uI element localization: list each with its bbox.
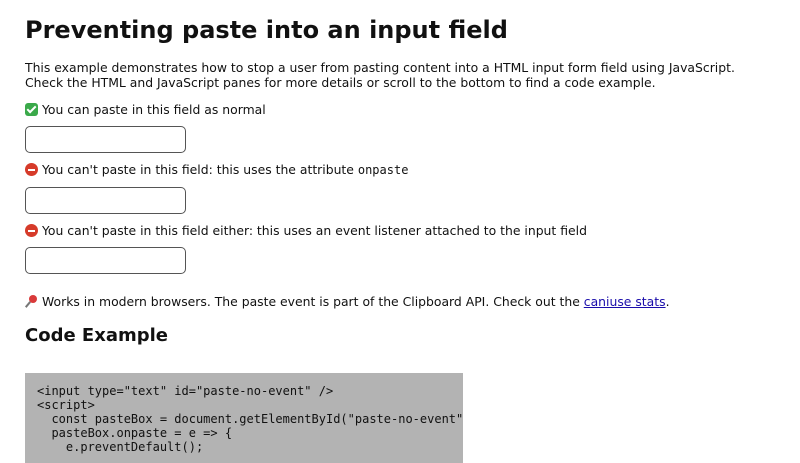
page-title: Preventing paste into an input field [25,16,508,44]
onpaste-code: onpaste [357,163,409,177]
intro-paragraph: This example demonstrates how to stop a … [25,60,735,90]
pushpin-icon [25,295,38,308]
code-example-heading: Code Example [25,325,169,346]
check-mark-icon [25,103,38,116]
paste-blocked-listener-input[interactable] [25,247,186,274]
browser-support-note: Works in modern browsers. The paste even… [25,294,670,310]
field-2-label-text: You can't paste in this field: this uses… [42,162,358,177]
stop-sign-icon [25,224,38,237]
field-1-label: You can paste in this field as normal [25,102,266,118]
stop-sign-icon [25,163,38,176]
note-text-before: Works in modern browsers. The paste even… [42,294,584,309]
field-3-label-text: You can't paste in this field either: th… [42,223,587,238]
field-2-label: You can't paste in this field: this uses… [25,162,408,178]
paste-blocked-attribute-input[interactable] [25,187,186,214]
field-3-label: You can't paste in this field either: th… [25,223,587,239]
paste-allowed-input[interactable] [25,126,186,153]
note-text-after: . [665,294,670,309]
caniuse-stats-link[interactable]: caniuse stats [584,294,666,309]
field-1-label-text: You can paste in this field as normal [42,102,266,117]
